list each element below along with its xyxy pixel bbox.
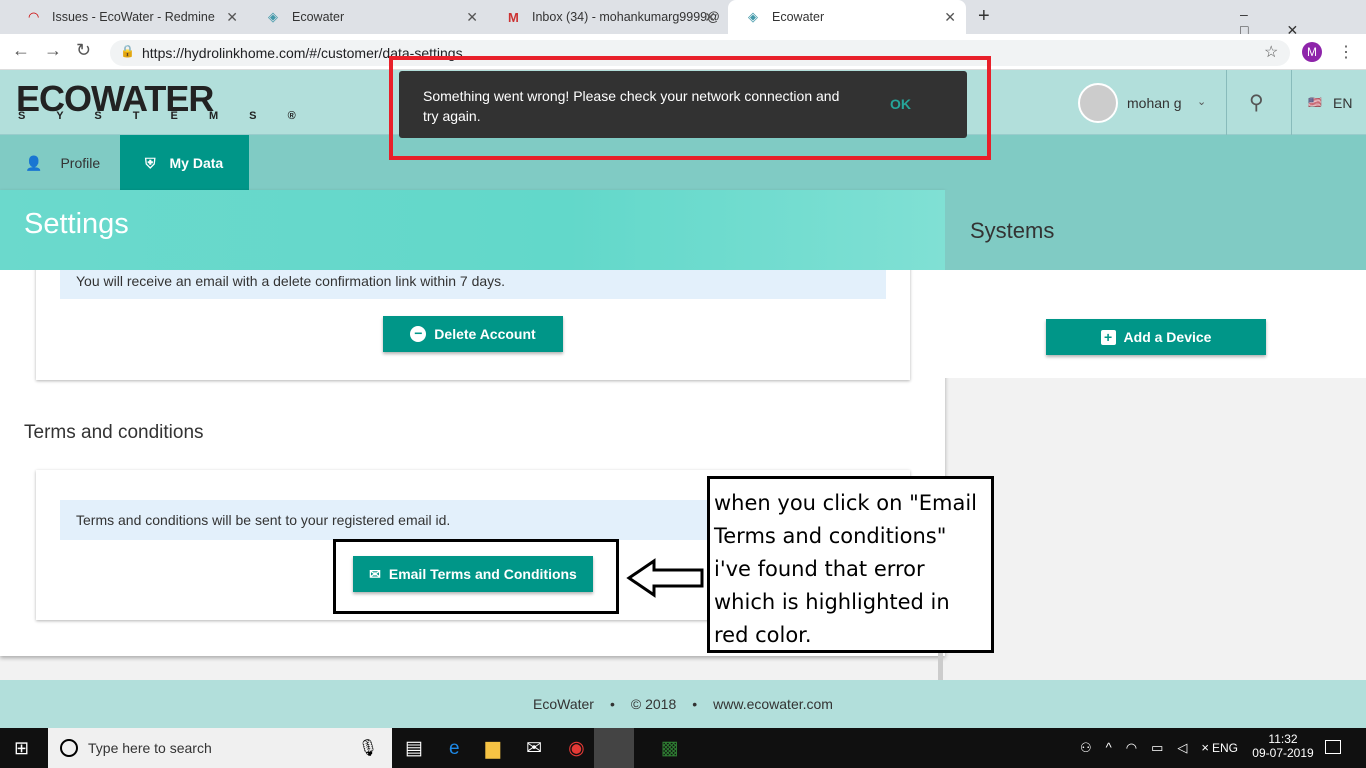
date: 09-07-2019: [1252, 746, 1314, 760]
chevron-down-icon[interactable]: ⌄: [1197, 95, 1206, 108]
nav-label: Profile: [60, 155, 101, 171]
time: 11:32: [1268, 732, 1298, 746]
nav-buttons[interactable]: ←→↻: [12, 40, 105, 61]
divider: [1226, 70, 1227, 135]
arrow-left-icon: [626, 558, 704, 598]
language-selector[interactable]: EN: [1333, 95, 1352, 111]
divider: [1291, 70, 1292, 135]
ecowater-icon: ◈: [748, 9, 758, 24]
clock[interactable]: 11:32 09-07-2019: [1250, 732, 1316, 760]
page-title: Settings: [24, 208, 129, 240]
tab-title: Ecowater: [772, 10, 825, 24]
shield-icon: ⛨: [145, 154, 156, 171]
terms-heading: Terms and conditions: [24, 422, 204, 443]
search-icon[interactable]: ⚲: [1249, 90, 1264, 115]
active-app-highlight: [594, 728, 634, 768]
annotation-button-box: [333, 539, 619, 614]
toast-message: Something went wrong! Please check your …: [423, 88, 840, 124]
footer-link[interactable]: www.ecowater.com: [713, 696, 833, 712]
browser-tab-active[interactable]: ◈ Ecowater ✕: [728, 0, 966, 34]
taskbar-apps[interactable]: ▤e▆✉◉🛍▩: [405, 736, 705, 760]
menu-icon[interactable]: ⋮: [1338, 42, 1354, 62]
redmine-icon: ◠: [28, 9, 40, 24]
close-icon[interactable]: ✕: [704, 9, 716, 26]
profile-avatar[interactable]: M: [1302, 42, 1322, 62]
us-flag-icon: 🇺🇸: [1308, 97, 1322, 109]
nav-profile[interactable]: 👤 Profile: [0, 135, 120, 191]
cortana-icon: [60, 739, 78, 757]
taskbar-search[interactable]: Type here to search 🎙: [48, 728, 392, 768]
avatar[interactable]: [1078, 83, 1118, 123]
systems-title: Systems: [970, 218, 1055, 243]
edge-icon: e: [448, 738, 486, 759]
tab-title: Issues - EcoWater - Redmine: [52, 10, 215, 24]
browser-tab[interactable]: M Inbox (34) - mohankumarg9999@ ✕: [488, 0, 726, 34]
lock-icon: 🔒: [120, 44, 135, 58]
nav-label: My Data: [169, 155, 224, 171]
tab-title: Ecowater: [292, 10, 345, 24]
search-placeholder: Type here to search: [88, 740, 212, 756]
footer-brand: EcoWater: [533, 696, 594, 712]
toast-ok-button[interactable]: OK: [890, 96, 911, 112]
tab-title: Inbox (34) - mohankumarg9999@: [532, 10, 720, 24]
separator: •: [692, 696, 698, 712]
nav-my-data[interactable]: ⛨ My Data: [120, 135, 249, 191]
settings-banner: [0, 190, 945, 270]
button-label: Add a Device: [1123, 329, 1212, 345]
close-icon[interactable]: ✕: [944, 9, 956, 26]
button-label: Delete Account: [434, 326, 536, 342]
footer-copyright: © 2018: [630, 696, 677, 712]
explorer-icon: ▆: [485, 738, 527, 759]
delete-account-button[interactable]: − Delete Account: [383, 316, 563, 352]
windows-start-icon[interactable]: ⊞: [14, 738, 29, 759]
user-name[interactable]: mohan g: [1127, 95, 1181, 111]
add-device-button[interactable]: + Add a Device: [1046, 319, 1266, 355]
logo-sub: S Y S T E M S ®: [18, 110, 310, 122]
error-toast: Something went wrong! Please check your …: [399, 71, 967, 138]
language-indicator[interactable]: ENG: [1212, 741, 1238, 755]
footer: EcoWater • © 2018 • www.ecowater.com: [0, 680, 1366, 728]
annotation-note: when you click on "Email Terms and condi…: [707, 476, 994, 653]
new-tab-button[interactable]: +: [978, 5, 990, 28]
mail-icon: ✉: [526, 738, 569, 759]
browser-tab[interactable]: ◈ Ecowater ✕: [248, 0, 488, 34]
person-icon: 👤: [25, 154, 43, 171]
excel-icon: ▩: [660, 738, 705, 759]
star-icon[interactable]: ☆: [1264, 42, 1278, 62]
browser-tab[interactable]: ◠ Issues - EcoWater - Redmine ✕: [8, 0, 248, 34]
close-icon[interactable]: ✕: [226, 9, 238, 26]
notification-icon[interactable]: [1325, 740, 1341, 754]
plus-icon: +: [1100, 329, 1116, 345]
ecowater-icon: ◈: [268, 9, 278, 24]
microphone-icon[interactable]: 🎙: [358, 738, 378, 758]
close-icon[interactable]: ✕: [466, 9, 478, 26]
minus-circle-icon: −: [410, 326, 427, 342]
system-tray-icons[interactable]: ⚇^◠▭◁×: [1080, 740, 1223, 756]
separator: •: [609, 696, 615, 712]
gmail-icon: M: [508, 9, 519, 25]
